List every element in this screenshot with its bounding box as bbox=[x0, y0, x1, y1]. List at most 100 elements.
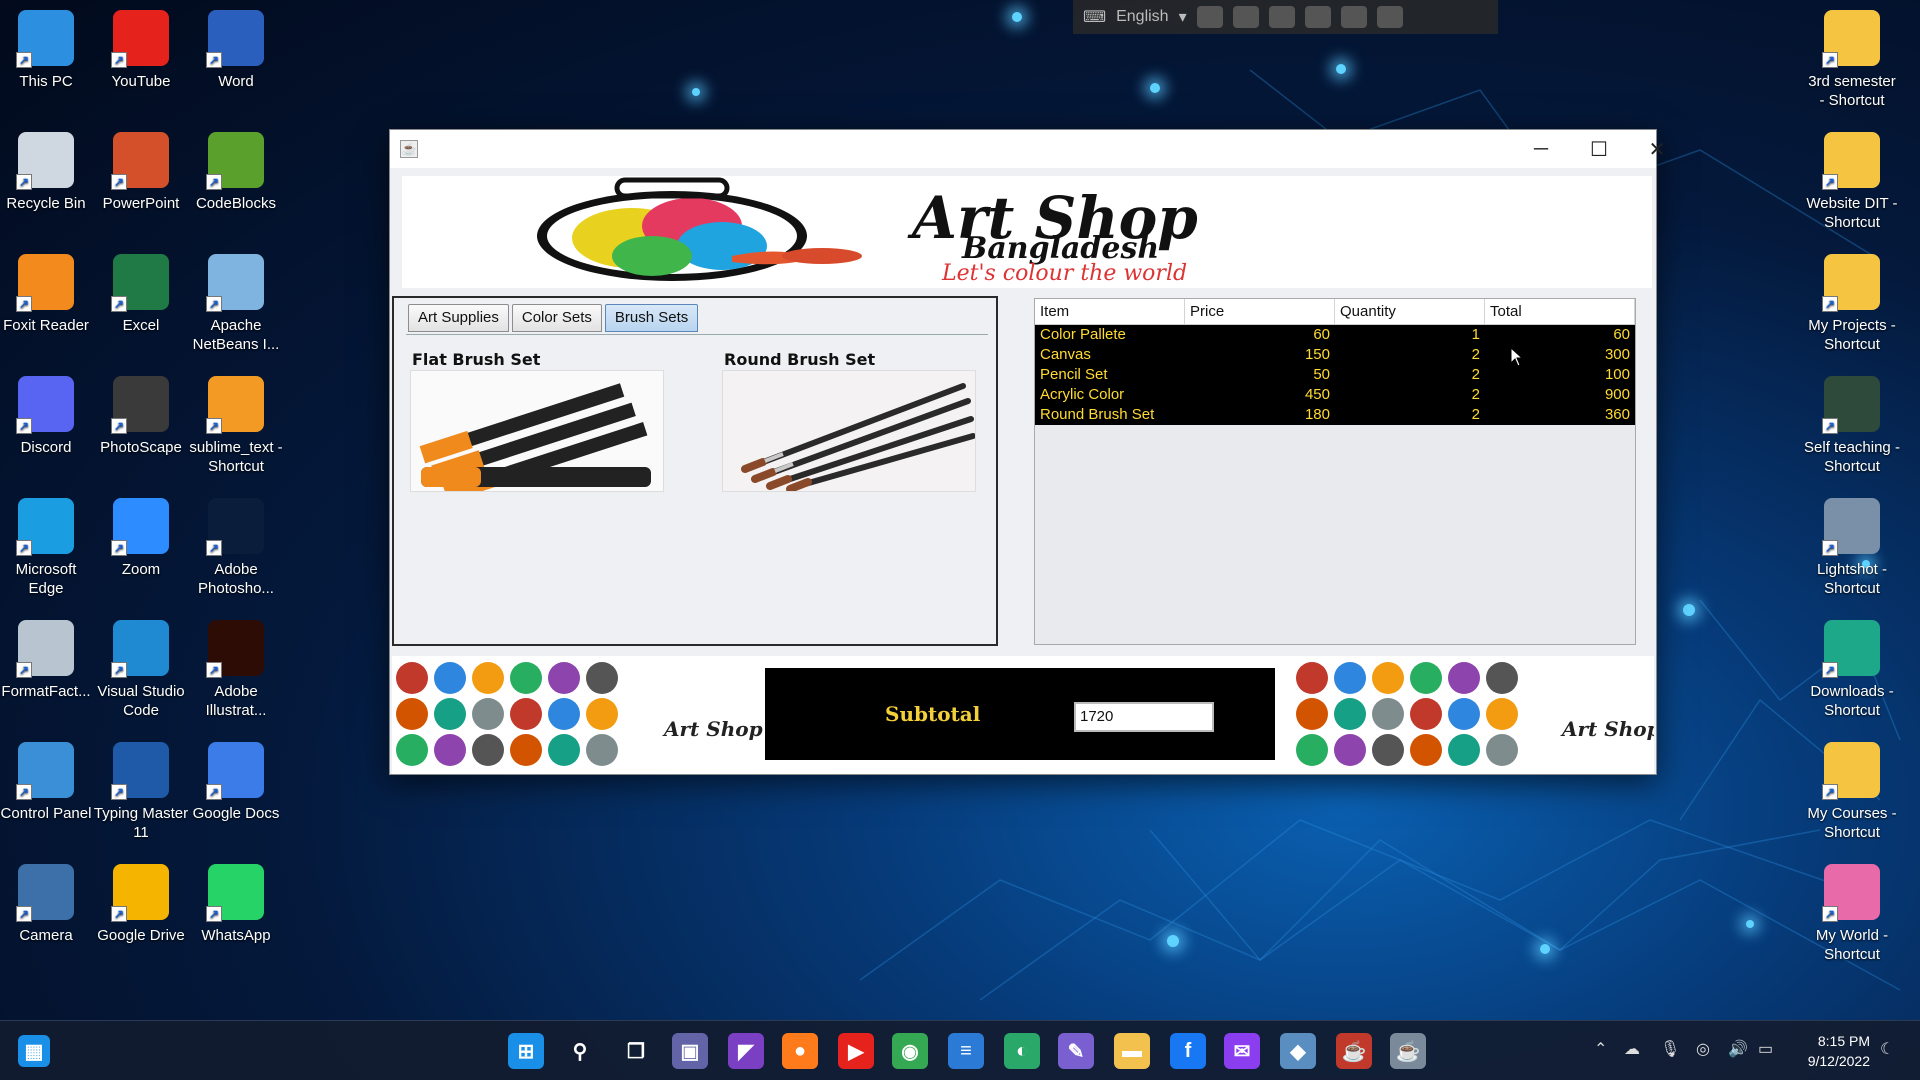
desktop-shortcut[interactable]: ↗ Lightshot - Shortcut bbox=[1804, 498, 1900, 598]
cart-table[interactable]: Item Price Quantity Total Color Pallete 6… bbox=[1034, 298, 1636, 645]
round-brush-set-image[interactable] bbox=[722, 370, 976, 492]
column-header-item[interactable]: Item bbox=[1035, 299, 1185, 324]
toolbar-button-3[interactable] bbox=[1268, 6, 1295, 28]
desktop-shortcut[interactable]: ↗ Microsoft Edge bbox=[0, 498, 94, 598]
desktop-shortcut[interactable]: ↗ My Courses - Shortcut bbox=[1804, 742, 1900, 842]
notepad-icon[interactable]: ≡ bbox=[948, 1033, 984, 1069]
table-row[interactable]: Acrylic Color 450 2 900 bbox=[1035, 385, 1635, 405]
desktop-shortcut-label: Google Drive bbox=[97, 927, 185, 944]
shortcut-arrow-icon: ↗ bbox=[16, 52, 32, 68]
network-icon[interactable]: ◎ bbox=[1696, 1039, 1710, 1059]
column-header-quantity[interactable]: Quantity bbox=[1335, 299, 1485, 324]
desktop-shortcut[interactable]: ↗ Excel bbox=[93, 254, 189, 335]
subtotal-field[interactable]: 1720 bbox=[1074, 702, 1214, 732]
desktop-shortcut[interactable]: ↗ WhatsApp bbox=[188, 864, 284, 945]
table-row[interactable]: Round Brush Set 180 2 360 bbox=[1035, 405, 1635, 425]
toolbar-button-1[interactable] bbox=[1196, 6, 1223, 28]
widgets-icon[interactable]: ▦ bbox=[18, 1035, 50, 1067]
visual-studio-icon[interactable]: ◤ bbox=[728, 1033, 764, 1069]
column-header-price[interactable]: Price bbox=[1185, 299, 1335, 324]
control-panel-icon: ↗ bbox=[16, 742, 74, 800]
tab-art-supplies[interactable]: Art Supplies bbox=[408, 304, 509, 332]
column-header-total[interactable]: Total bbox=[1485, 299, 1635, 324]
desktop-shortcut[interactable]: ↗ My Projects - Shortcut bbox=[1804, 254, 1900, 354]
language-selector[interactable]: English bbox=[1116, 8, 1168, 26]
keyboard-icon[interactable]: ⌨ bbox=[1083, 7, 1106, 27]
desktop-shortcut[interactable]: ↗ PhotoScape bbox=[93, 376, 189, 457]
desktop-shortcut[interactable]: ↗ Camera bbox=[0, 864, 94, 945]
flat-brush-set-image[interactable] bbox=[410, 370, 664, 492]
earth-icon[interactable]: ◐ bbox=[1004, 1033, 1040, 1069]
desktop-shortcut[interactable]: ↗ Self teaching - Shortcut bbox=[1804, 376, 1900, 476]
chrome-icon[interactable]: ◉ bbox=[892, 1033, 928, 1069]
desktop-shortcut[interactable]: ↗ sublime_text - Shortcut bbox=[188, 376, 284, 476]
desktop-shortcut[interactable]: ↗ YouTube bbox=[93, 10, 189, 91]
desktop-shortcut[interactable]: ↗ Control Panel bbox=[0, 742, 94, 823]
table-cell-qty: 2 bbox=[1471, 386, 1480, 403]
toolbar-button-4[interactable] bbox=[1304, 6, 1331, 28]
desktop-shortcut[interactable]: ↗ CodeBlocks bbox=[188, 132, 284, 213]
desktop-shortcut[interactable]: ↗ This PC bbox=[0, 10, 94, 91]
help-icon[interactable] bbox=[1340, 6, 1367, 28]
desktop-shortcut[interactable]: ↗ Website DIT - Shortcut bbox=[1804, 132, 1900, 232]
tab-color-sets[interactable]: Color Sets bbox=[511, 304, 602, 332]
desktop-shortcut[interactable]: ↗ Adobe Illustrat... bbox=[188, 620, 284, 720]
battery-icon[interactable]: ▭ bbox=[1758, 1039, 1773, 1059]
windows-logo-icon[interactable]: ⊞ bbox=[508, 1033, 544, 1069]
desktop-shortcut[interactable]: ↗ Foxit Reader bbox=[0, 254, 94, 335]
shortcut-arrow-icon: ↗ bbox=[206, 296, 222, 312]
close-button[interactable]: ✕ bbox=[1628, 130, 1686, 168]
title-bar[interactable]: ☕ ─ ☐ ✕ bbox=[390, 130, 1665, 168]
desktop-shortcut[interactable]: ↗ My World - Shortcut bbox=[1804, 864, 1900, 964]
desktop-shortcut-label: Zoom bbox=[121, 561, 161, 578]
java-app-icon[interactable]: ☕ bbox=[1336, 1033, 1372, 1069]
system-clock[interactable]: 8:15 PM 9/12/2022 bbox=[1808, 1031, 1870, 1071]
java-app-2-icon[interactable]: ☕ bbox=[1390, 1033, 1426, 1069]
tab-brush-sets[interactable]: Brush Sets bbox=[604, 304, 699, 332]
cloud-icon[interactable]: ☁ bbox=[1624, 1039, 1640, 1059]
microphone-icon[interactable]: 🎙 bbox=[1660, 1039, 1680, 1059]
table-row[interactable]: Pencil Set 50 2 100 bbox=[1035, 365, 1635, 385]
desktop-shortcut[interactable]: ↗ Downloads - Shortcut bbox=[1804, 620, 1900, 720]
chevron-down-icon[interactable]: ▾ bbox=[1179, 7, 1187, 27]
collage-item bbox=[1448, 662, 1480, 694]
shortcut-arrow-icon: ↗ bbox=[206, 540, 222, 556]
desktop-shortcut[interactable]: ↗ Word bbox=[188, 10, 284, 91]
facebook-icon[interactable]: f bbox=[1170, 1033, 1206, 1069]
minimize-button[interactable]: ─ bbox=[1512, 130, 1570, 168]
table-cell-total: 360 bbox=[1604, 406, 1630, 423]
desktop-shortcut[interactable]: ↗ Discord bbox=[0, 376, 94, 457]
desktop-shortcut[interactable]: ↗ 3rd semester - Shortcut bbox=[1804, 10, 1900, 110]
subtotal-panel: Subtotal 1720 bbox=[765, 668, 1275, 760]
desktop-shortcut[interactable]: ↗ Adobe Photosho... bbox=[188, 498, 284, 598]
search-icon[interactable]: ⚲ bbox=[562, 1033, 598, 1069]
task-view-icon[interactable]: ❐ bbox=[618, 1033, 654, 1069]
maximize-button[interactable]: ☐ bbox=[1570, 130, 1628, 168]
firefox-icon[interactable]: ● bbox=[782, 1033, 818, 1069]
netbeans-taskbar-icon[interactable]: ◆ bbox=[1280, 1033, 1316, 1069]
table-row[interactable]: Canvas 150 2 300 bbox=[1035, 345, 1635, 365]
table-row[interactable]: Color Pallete 60 1 60 bbox=[1035, 325, 1635, 345]
teams-chat-icon[interactable]: ▣ bbox=[672, 1033, 708, 1069]
desktop-shortcut[interactable]: ↗ FormatFact... bbox=[0, 620, 94, 701]
feather-icon[interactable]: ✎ bbox=[1058, 1033, 1094, 1069]
desktop-shortcut[interactable]: ↗ Google Drive bbox=[93, 864, 189, 945]
desktop-shortcut[interactable]: ↗ Visual Studio Code bbox=[93, 620, 189, 720]
show-hidden-icons-chevron-icon[interactable]: ⌃ bbox=[1594, 1039, 1607, 1059]
shortcut-arrow-icon: ↗ bbox=[206, 52, 222, 68]
volume-icon[interactable]: 🔊 bbox=[1728, 1039, 1748, 1059]
youtube-icon[interactable]: ▶ bbox=[838, 1033, 874, 1069]
desktop-shortcut[interactable]: ↗ Google Docs bbox=[188, 742, 284, 823]
desktop-shortcut[interactable]: ↗ Zoom bbox=[93, 498, 189, 579]
table-cell-item: Pencil Set bbox=[1040, 366, 1108, 383]
desktop-shortcut[interactable]: ↗ PowerPoint bbox=[93, 132, 189, 213]
close-icon[interactable] bbox=[1376, 6, 1403, 28]
toolbar-button-2[interactable] bbox=[1232, 6, 1259, 28]
messenger-icon[interactable]: ✉ bbox=[1224, 1033, 1260, 1069]
desktop-shortcut[interactable]: ↗ Apache NetBeans I... bbox=[188, 254, 284, 354]
file-explorer-icon[interactable]: ▬ bbox=[1114, 1033, 1150, 1069]
desktop-shortcut[interactable]: ↗ Recycle Bin bbox=[0, 132, 94, 213]
desktop-shortcut[interactable]: ↗ Typing Master 11 bbox=[93, 742, 189, 842]
notification-icon[interactable]: ☾ bbox=[1880, 1039, 1894, 1059]
table-header: Item Price Quantity Total bbox=[1035, 299, 1635, 325]
